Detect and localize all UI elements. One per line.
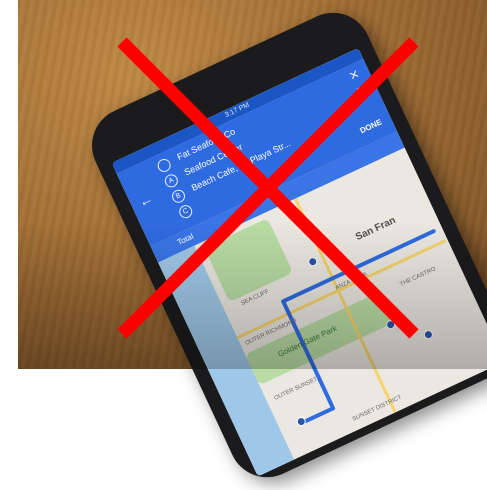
stop-c-badge: C [177,203,195,221]
back-arrow-icon[interactable]: ← [136,190,155,210]
remove-stop-icon[interactable]: ✕ [347,67,362,84]
neighborhood-label: OUTER SUNSET [273,376,319,402]
stop-b-badge: B [169,187,188,205]
stop-origin-icon [155,156,173,175]
neighborhood-label: THE CASTRO [399,266,437,289]
map-pin-icon[interactable] [384,318,397,331]
map-pin-icon[interactable] [295,415,308,428]
summary-label: Total [175,231,195,248]
map-pin-icon[interactable] [306,255,319,268]
city-label: San Fran [354,214,398,244]
done-button[interactable]: DONE [359,117,384,135]
stop-c-label[interactable] [196,197,203,212]
map-pin-icon[interactable] [422,328,435,341]
remove-stop-icon[interactable]: ✕ [354,82,369,99]
stop-a-badge: A [162,172,180,190]
